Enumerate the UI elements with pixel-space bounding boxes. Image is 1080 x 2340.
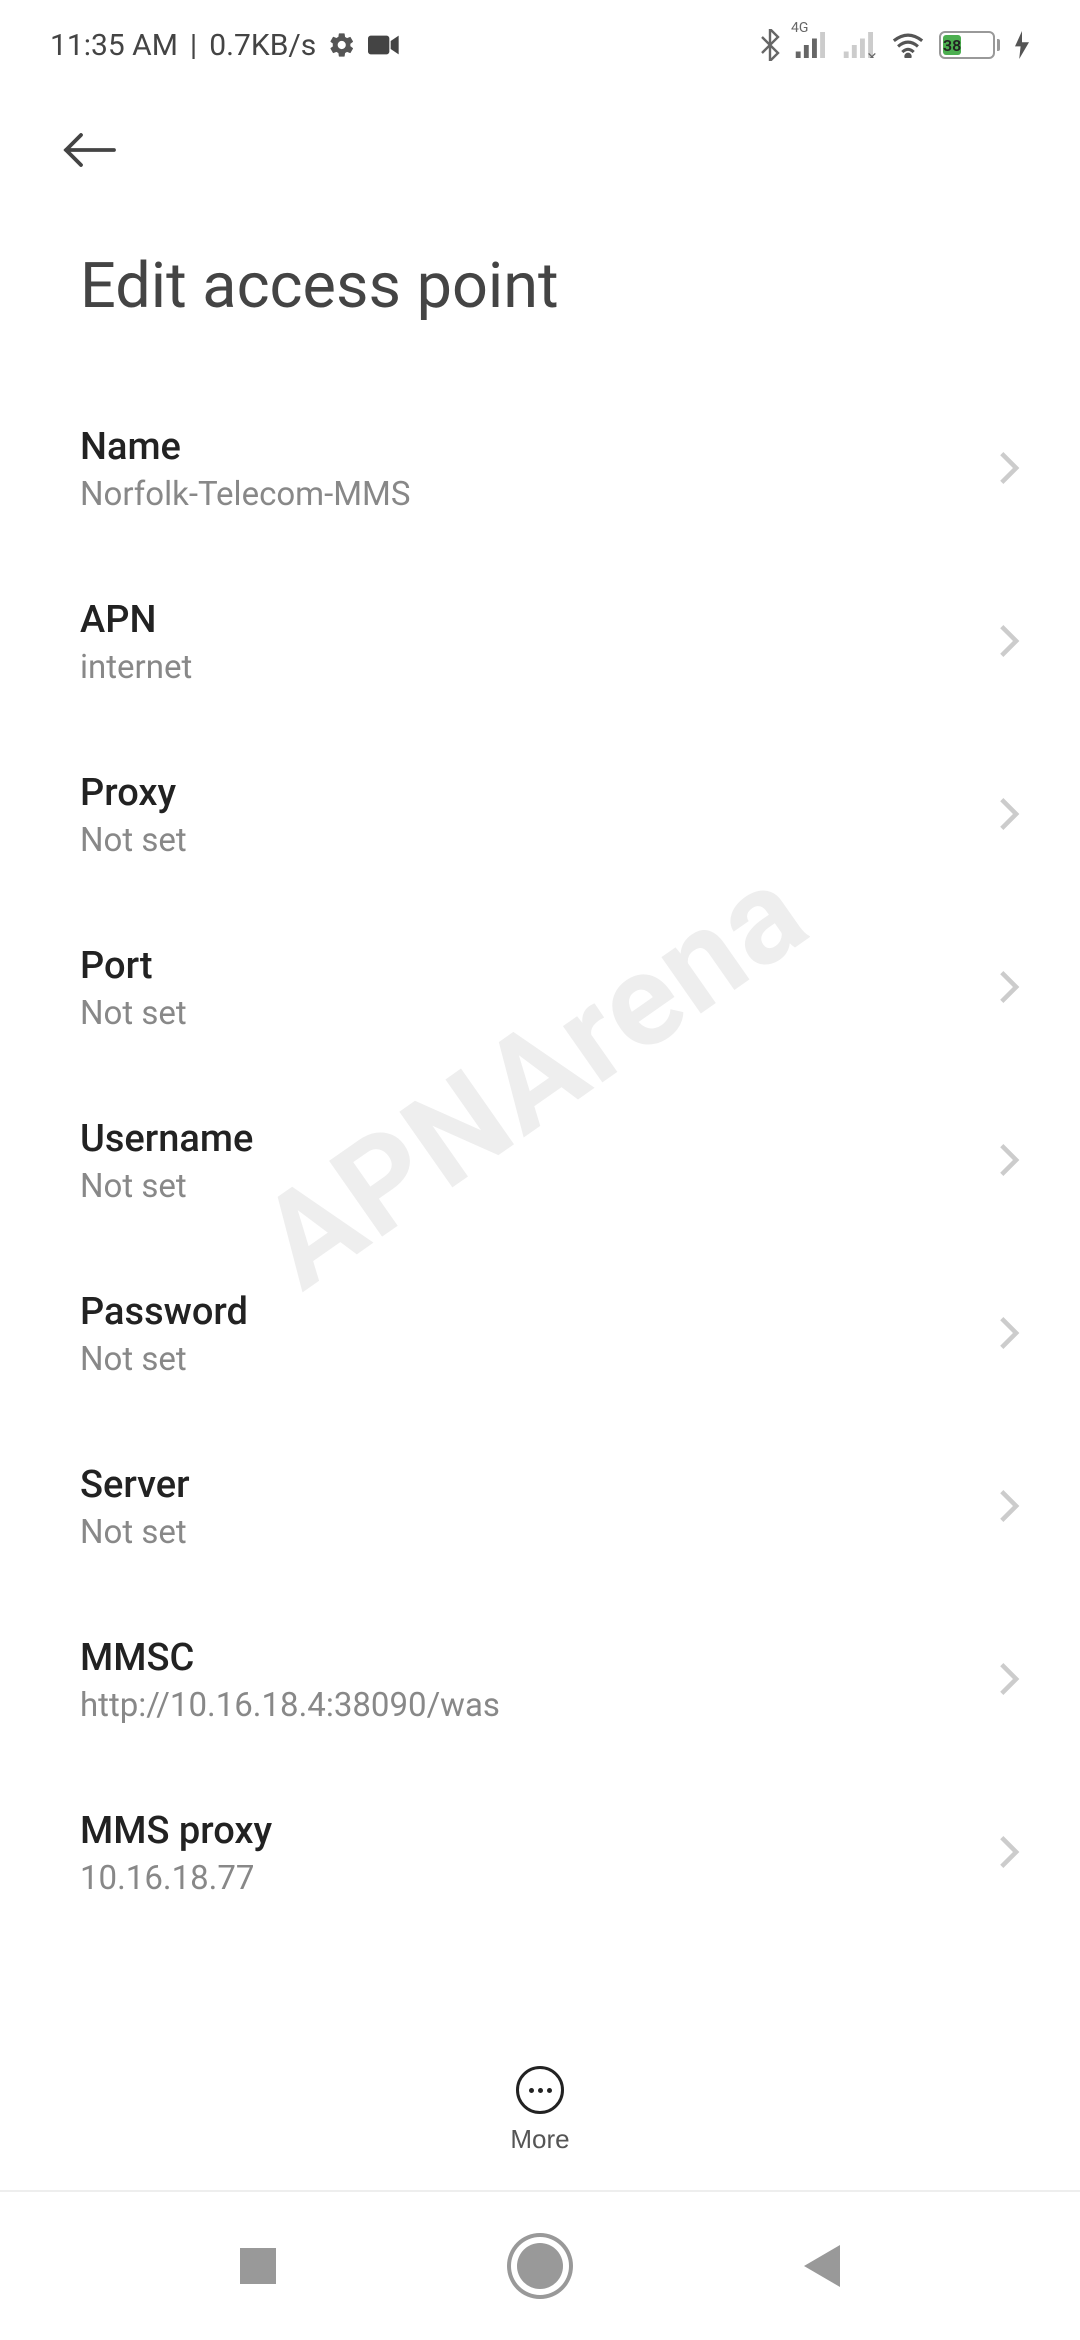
setting-mmsc[interactable]: MMSC http://10.16.18.4:38090/was <box>0 1594 1080 1767</box>
chevron-right-icon <box>998 1661 1020 1701</box>
setting-label: APN <box>80 598 192 642</box>
setting-value: Not set <box>80 994 187 1033</box>
status-bar: 11:35 AM | 0.7KB/s 4G ✕ 38 <box>0 0 1080 90</box>
nav-recent-button[interactable] <box>240 2248 276 2284</box>
setting-apn[interactable]: APN internet <box>0 556 1080 729</box>
setting-label: Server <box>80 1463 190 1507</box>
chevron-right-icon <box>998 1488 1020 1528</box>
arrow-left-icon <box>60 130 120 170</box>
gear-icon <box>328 31 356 59</box>
nav-back-button[interactable] <box>804 2245 840 2287</box>
bluetooth-icon <box>759 29 781 61</box>
setting-password[interactable]: Password Not set <box>0 1248 1080 1421</box>
svg-text:✕: ✕ <box>867 50 878 58</box>
setting-mms-proxy[interactable]: MMS proxy 10.16.18.77 <box>0 1767 1080 1940</box>
chevron-right-icon <box>998 1834 1020 1874</box>
signal-2-icon: ✕ <box>843 32 877 58</box>
status-left: 11:35 AM | 0.7KB/s <box>50 28 400 63</box>
chevron-right-icon <box>998 969 1020 1009</box>
settings-list: Name Norfolk-Telecom-MMS APN internet Pr… <box>0 383 1080 1940</box>
chevron-right-icon <box>998 623 1020 663</box>
status-sep: | <box>190 28 197 63</box>
chevron-right-icon <box>998 796 1020 836</box>
setting-server[interactable]: Server Not set <box>0 1421 1080 1594</box>
setting-value: http://10.16.18.4:38090/was <box>80 1686 500 1725</box>
setting-value: Norfolk-Telecom-MMS <box>80 475 410 514</box>
status-right: 4G ✕ 38 <box>759 29 1030 61</box>
setting-value: Not set <box>80 1167 253 1206</box>
more-label: More <box>510 2124 569 2155</box>
setting-label: Password <box>80 1290 248 1334</box>
setting-value: Not set <box>80 821 187 860</box>
page-title: Edit access point <box>0 200 1080 383</box>
setting-label: Proxy <box>80 771 187 815</box>
signal-1-icon: 4G <box>795 32 829 58</box>
video-icon <box>368 33 400 57</box>
back-button[interactable] <box>60 120 120 180</box>
status-time: 11:35 AM <box>50 28 178 63</box>
header <box>0 90 1080 200</box>
setting-label: MMSC <box>80 1636 500 1680</box>
wifi-icon <box>891 32 925 58</box>
setting-port[interactable]: Port Not set <box>0 902 1080 1075</box>
setting-value: Not set <box>80 1340 248 1379</box>
setting-proxy[interactable]: Proxy Not set <box>0 729 1080 902</box>
more-icon <box>516 2066 564 2114</box>
nav-home-button[interactable] <box>517 2243 563 2289</box>
charging-icon <box>1014 31 1030 59</box>
setting-value: Not set <box>80 1513 190 1552</box>
setting-value: internet <box>80 648 192 687</box>
status-data-rate: 0.7KB/s <box>209 28 316 63</box>
setting-value: 10.16.18.77 <box>80 1859 272 1898</box>
battery-icon: 38 <box>939 31 1000 59</box>
setting-username[interactable]: Username Not set <box>0 1075 1080 1248</box>
setting-label: Name <box>80 425 410 469</box>
signal-4g-label: 4G <box>791 20 808 36</box>
system-nav-bar <box>0 2190 1080 2340</box>
chevron-right-icon <box>998 450 1020 490</box>
battery-level: 38 <box>943 35 961 55</box>
bottom-action-bar: More <box>0 2045 1080 2165</box>
setting-name[interactable]: Name Norfolk-Telecom-MMS <box>0 383 1080 556</box>
more-button[interactable]: More <box>510 2066 569 2155</box>
setting-label: Username <box>80 1117 253 1161</box>
chevron-right-icon <box>998 1315 1020 1355</box>
setting-label: MMS proxy <box>80 1809 272 1853</box>
chevron-right-icon <box>998 1142 1020 1182</box>
setting-label: Port <box>80 944 187 988</box>
